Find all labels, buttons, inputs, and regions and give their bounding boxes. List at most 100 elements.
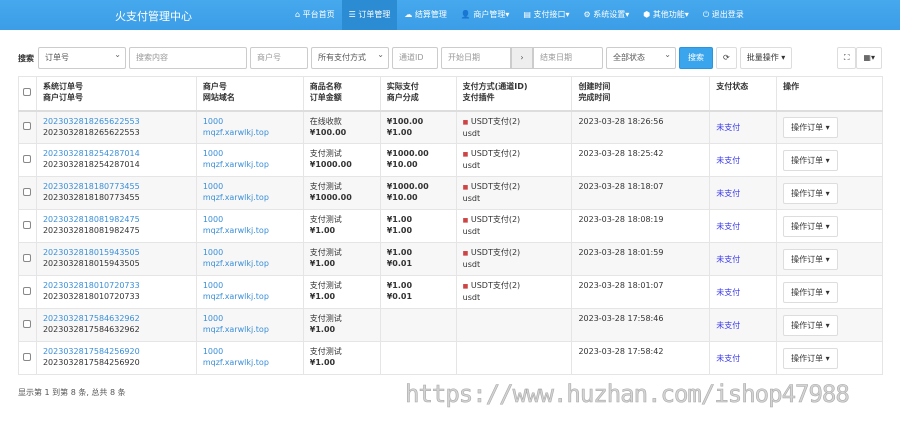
nav-item-2[interactable]: ☁ 结算管理 [397, 0, 454, 30]
nav-item-3[interactable]: 👤 商户管理▾ [454, 0, 517, 30]
merchant-id-input[interactable]: 商户号 [250, 47, 308, 69]
order-amount: ¥100.00 [309, 127, 347, 137]
merchant-id-link[interactable]: 1000 [203, 116, 297, 127]
table-row: 2023032817584632962 2023032817584632962 1… [18, 308, 883, 342]
merchant-id-link[interactable]: 1000 [203, 346, 297, 357]
trade-no-link[interactable]: 2023032817584632962 [43, 313, 190, 324]
created-time: 2023-03-28 18:08:19 [578, 215, 664, 224]
product-name: 支付测试 [309, 314, 342, 323]
search-type-select[interactable]: 订单号 [38, 47, 126, 69]
pay-plugin: usdt [462, 194, 481, 203]
trade-no-link[interactable]: 2023032818265622553 [43, 116, 190, 127]
select-all-checkbox[interactable] [18, 76, 37, 112]
nav-item-0[interactable]: ⌂ 平台首页 [288, 0, 342, 30]
order-action-button[interactable]: 操作订单 ▾ [783, 248, 838, 270]
column-header: 支付方式(通道ID) 支付插件 [455, 76, 573, 112]
merchant-id-link[interactable]: 1000 [203, 148, 297, 159]
brand-title: 火支付管理中心 [115, 10, 192, 23]
columns-icon[interactable]: ▦▾ [856, 47, 882, 69]
order-action-button[interactable]: 操作订单 ▾ [783, 281, 838, 303]
merchant-id-link[interactable]: 1000 [203, 280, 297, 291]
order-action-button[interactable]: 操作订单 ▾ [783, 116, 838, 138]
domain-link[interactable]: mqzf.xarwlkj.top [203, 258, 297, 269]
header-line: 商户分成 [386, 93, 419, 102]
table-row: 2023032818081982475 2023032818081982475 1… [18, 209, 883, 243]
status-select[interactable]: 全部状态 [606, 47, 676, 69]
batch-operation-button[interactable]: 批量操作 ▾ [739, 47, 793, 69]
refresh-icon[interactable]: ⟳ [716, 47, 737, 69]
order-amount: ¥1.00 [309, 325, 336, 334]
merchant-id-link[interactable]: 1000 [203, 214, 297, 225]
row-checkbox[interactable] [18, 275, 37, 309]
header-line: 支付方式(通道ID) [462, 82, 528, 91]
trade-no-link[interactable]: 2023032818180773455 [43, 181, 190, 192]
created-time: 2023-03-28 18:01:07 [578, 281, 664, 290]
row-checkbox[interactable] [18, 308, 37, 342]
header-line: 创建时间 [578, 82, 611, 91]
status-badge: 未支付 [716, 221, 741, 231]
search-button[interactable]: 搜索 [679, 47, 713, 69]
domain-link[interactable]: mqzf.xarwlkj.top [203, 127, 297, 138]
paytype-select[interactable]: 所有支付方式 [311, 47, 389, 69]
header-line: 操作 [783, 82, 800, 91]
row-checkbox[interactable] [18, 110, 37, 144]
column-header: 商品名称 订单金额 [302, 76, 381, 112]
start-date-input[interactable]: 开始日期 [441, 47, 511, 69]
order-action-button[interactable]: 操作订单 ▾ [783, 215, 838, 237]
out-trade-no: 2023032817584256920 [42, 358, 140, 367]
merchant-id-link[interactable]: 1000 [203, 247, 297, 258]
nav-item-7[interactable]: ⏻ 退出登录 [696, 0, 751, 30]
date-range-separator-icon: › [511, 47, 533, 69]
product-name: 支付测试 [309, 215, 342, 224]
table-row: 2023032818010720733 2023032818010720733 1… [18, 275, 883, 309]
domain-link[interactable]: mqzf.xarwlkj.top [203, 225, 297, 236]
out-trade-no: 2023032818265622553 [42, 127, 140, 137]
nav-label: 结算管理 [414, 10, 447, 19]
trade-no-link[interactable]: 2023032818015943505 [43, 247, 190, 258]
row-checkbox[interactable] [18, 143, 37, 177]
out-trade-no: 2023032818254287014 [42, 160, 140, 169]
end-date-input[interactable]: 结束日期 [533, 47, 603, 69]
merchant-share: ¥0.01 [386, 292, 413, 301]
order-action-button[interactable]: 操作订单 ▾ [783, 182, 838, 204]
domain-link[interactable]: mqzf.xarwlkj.top [203, 291, 297, 302]
merchant-id-link[interactable]: 1000 [203, 313, 297, 324]
trade-no-link[interactable]: 2023032818254287014 [43, 148, 190, 159]
row-checkbox[interactable] [18, 209, 37, 243]
merchant-share: ¥10.00 [386, 193, 418, 202]
row-checkbox[interactable] [18, 242, 37, 276]
status-badge: 未支付 [716, 353, 741, 363]
product-name: 支付测试 [309, 347, 342, 356]
row-checkbox[interactable] [18, 341, 37, 375]
channel-id-input[interactable]: 通道ID [392, 47, 438, 69]
trade-no-link[interactable]: 2023032818010720733 [43, 280, 190, 291]
nav-item-1[interactable]: ☰ 订单管理 [341, 0, 398, 30]
created-time: 2023-03-28 18:25:42 [578, 149, 664, 158]
trade-no-link[interactable]: 2023032818081982475 [43, 214, 190, 225]
domain-link[interactable]: mqzf.xarwlkj.top [203, 159, 297, 170]
fullscreen-icon[interactable]: ⛶ [836, 47, 857, 69]
cloud-icon: ☁ [404, 10, 413, 19]
nav-item-5[interactable]: ⚙ 系统设置▾ [577, 0, 637, 30]
usdt-icon: ■ [462, 118, 469, 126]
top-navbar: 火支付管理中心 ⌂ 平台首页 ☰ 订单管理 ☁ 结算管理 👤 商户管理▾ ▤ 支付接口▾… [0, 0, 900, 30]
pay-type: USDT支付(2) [470, 182, 521, 191]
nav-item-6[interactable]: ⬢ 其他功能▾ [636, 0, 696, 30]
merchant-id-link[interactable]: 1000 [203, 181, 297, 192]
domain-link[interactable]: mqzf.xarwlkj.top [203, 192, 297, 203]
order-action-button[interactable]: 操作订单 ▾ [783, 149, 838, 171]
real-payment: ¥1.00 [386, 281, 413, 290]
status-badge: 未支付 [716, 155, 741, 165]
row-checkbox[interactable] [18, 176, 37, 210]
status-badge: 未支付 [716, 320, 741, 330]
status-badge: 未支付 [716, 254, 741, 264]
domain-link[interactable]: mqzf.xarwlkj.top [203, 357, 297, 368]
created-time: 2023-03-28 17:58:46 [578, 314, 664, 323]
keyword-input[interactable]: 搜索内容 [129, 47, 247, 69]
order-action-button[interactable]: 操作订单 ▾ [783, 347, 838, 369]
usdt-icon: ■ [462, 151, 469, 158]
nav-item-4[interactable]: ▤ 支付接口▾ [516, 0, 576, 30]
order-action-button[interactable]: 操作订单 ▾ [783, 314, 838, 336]
domain-link[interactable]: mqzf.xarwlkj.top [203, 324, 297, 335]
trade-no-link[interactable]: 2023032817584256920 [43, 346, 190, 357]
